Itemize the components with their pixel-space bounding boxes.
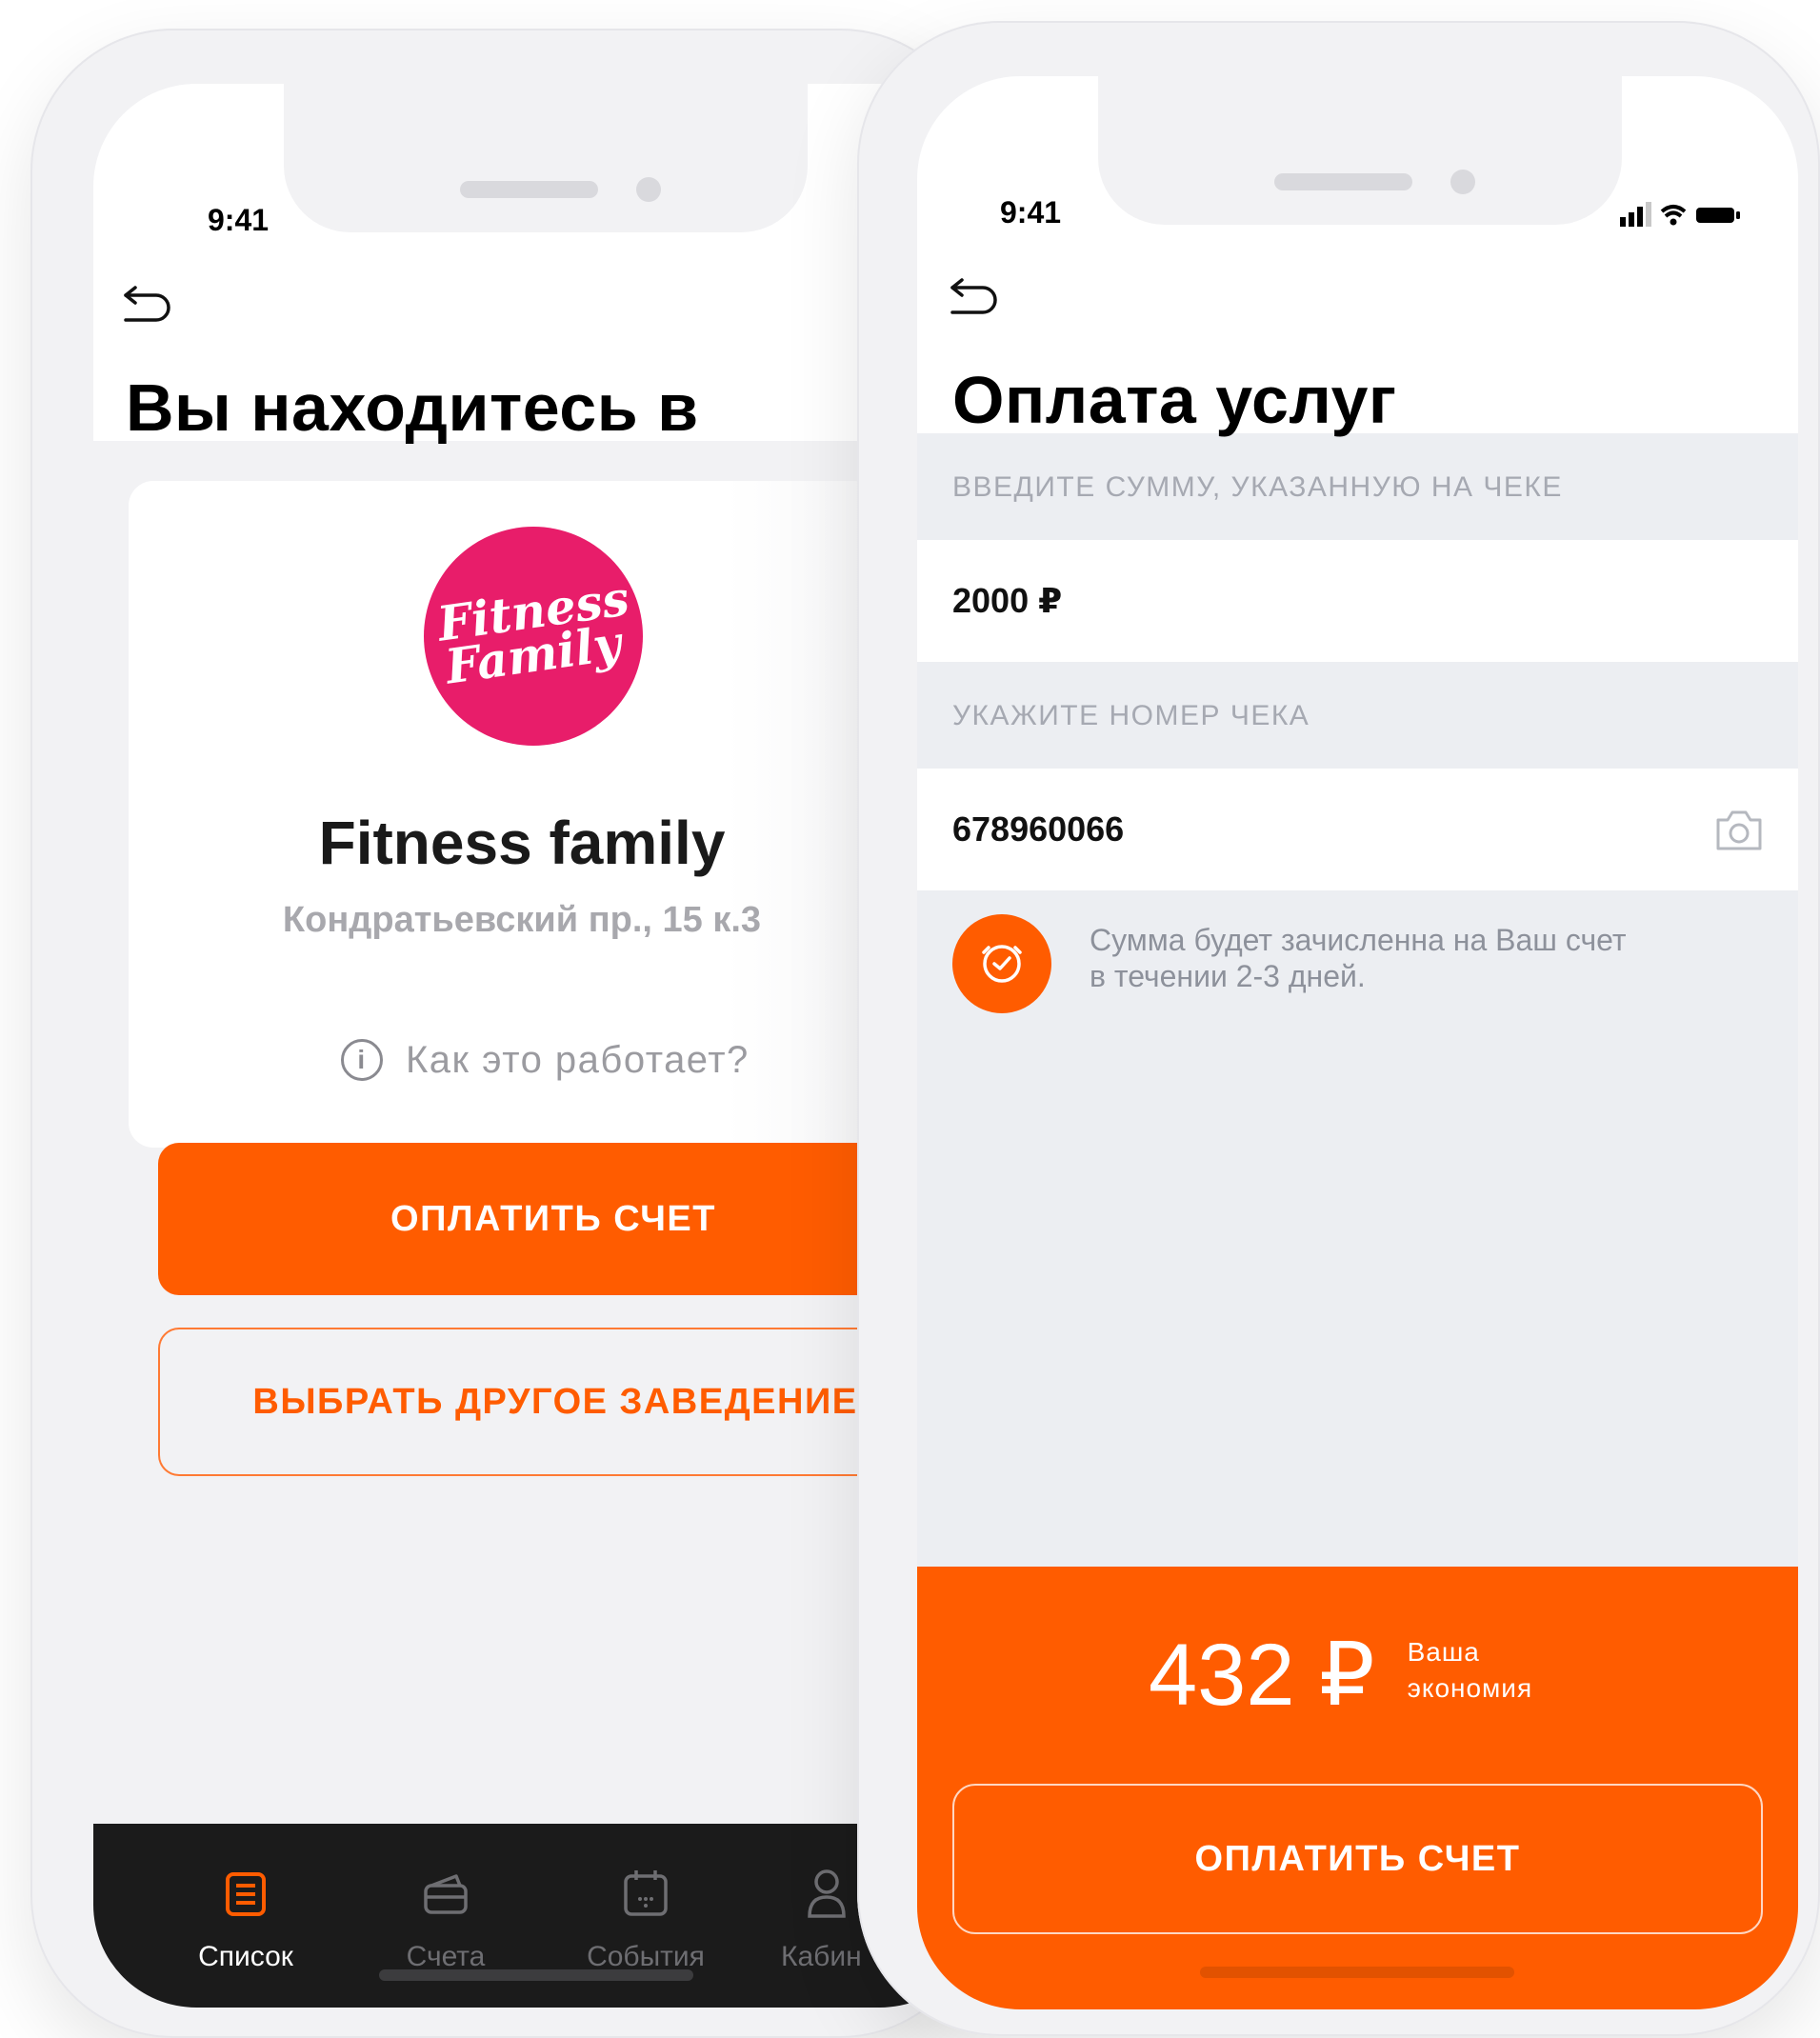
status-time: 9:41 bbox=[208, 203, 270, 237]
savings-label: Ваша экономия bbox=[1408, 1634, 1533, 1707]
credit-notice: Сумма будет зачисленна на Ваш счет в теч… bbox=[952, 914, 1728, 1013]
savings-amount: 432 ₽ bbox=[1149, 1627, 1375, 1724]
tab-list[interactable]: Список bbox=[160, 1824, 331, 2008]
user-icon bbox=[808, 1869, 846, 1918]
page-title: Оплата услуг bbox=[952, 363, 1397, 437]
payment-screen: 9:41 Оплата услуг ВВЕДИТЕ СУММУ, УКАЗАНН… bbox=[917, 76, 1798, 2009]
how-it-works-link[interactable]: i Как это работает? bbox=[341, 1036, 750, 1084]
info-icon: i bbox=[341, 1039, 383, 1081]
front-camera bbox=[1450, 170, 1475, 194]
camera-scan-icon[interactable] bbox=[1714, 807, 1764, 852]
venue-address: Кондратьевский пр., 15 к.3 bbox=[282, 900, 762, 940]
device-notch bbox=[1098, 76, 1622, 225]
notice-text: Сумма будет зачисленна на Ваш счет в теч… bbox=[1090, 922, 1728, 1013]
back-arrow-icon[interactable] bbox=[122, 284, 173, 328]
how-it-works-label: Как это работает? bbox=[406, 1038, 750, 1081]
wifi-icon bbox=[1660, 205, 1687, 226]
checkout-panel: 432 ₽ Ваша экономия ОПЛАТИТЬ СЧЕТ bbox=[917, 1567, 1798, 2009]
list-icon bbox=[226, 1872, 266, 1916]
home-indicator bbox=[379, 1969, 693, 1981]
battery-icon bbox=[1696, 208, 1740, 223]
back-arrow-icon[interactable] bbox=[949, 276, 1000, 320]
wallet-icon bbox=[424, 1874, 468, 1914]
pay-bill-label: ОПЛАТИТЬ СЧЕТ bbox=[390, 1198, 716, 1239]
tab-label: Кабин bbox=[781, 1941, 862, 1972]
tab-label: Счета bbox=[406, 1941, 486, 1972]
savings-label-line-1: Ваша bbox=[1407, 1636, 1480, 1667]
tab-label: События bbox=[587, 1941, 705, 1972]
choose-other-venue-label: ВЫБРАТЬ ДРУГОЕ ЗАВЕДЕНИЕ bbox=[252, 1381, 858, 1422]
amount-label: ВВЕДИТЕ СУММУ, УКАЗАННУЮ НА ЧЕКЕ bbox=[952, 471, 1563, 503]
venue-screen: 9:41 Вы находитесь в Fitness Family Fitn… bbox=[93, 84, 983, 2008]
receipt-number-label: УКАЖИТЕ НОМЕР ЧЕКА bbox=[952, 700, 1310, 731]
notice-line-2: в течении 2-3 дней. bbox=[1090, 959, 1366, 993]
pay-bill-label: ОПЛАТИТЬ СЧЕТ bbox=[1194, 1838, 1521, 1879]
pay-bill-button[interactable]: ОПЛАТИТЬ СЧЕТ bbox=[952, 1784, 1763, 1934]
home-indicator bbox=[1200, 1967, 1514, 1978]
phone-frame-payment: 9:41 Оплата услуг ВВЕДИТЕ СУММУ, УКАЗАНН… bbox=[857, 21, 1820, 2036]
amount-input[interactable]: 2000 ₽ bbox=[917, 540, 1798, 662]
savings-label-line-2: экономия bbox=[1407, 1672, 1533, 1703]
receipt-number-value: 678960066 bbox=[952, 809, 1125, 849]
venue-name: Fitness family bbox=[318, 809, 726, 877]
amount-value: 2000 ₽ bbox=[952, 581, 1063, 620]
speaker-grille bbox=[460, 181, 598, 198]
page-title: Вы находитесь в bbox=[126, 370, 699, 445]
notice-line-1: Сумма будет зачисленна на Ваш счет bbox=[1090, 923, 1627, 957]
bottom-tab-bar: Список Счета События Кабин bbox=[93, 1824, 983, 2008]
receipt-number-input[interactable]: 678960066 bbox=[917, 769, 1798, 890]
speaker-grille bbox=[1274, 173, 1412, 190]
signal-icon bbox=[1620, 202, 1651, 227]
venue-logo: Fitness Family bbox=[424, 527, 643, 746]
status-icons bbox=[1620, 202, 1740, 227]
device-notch bbox=[284, 84, 808, 232]
front-camera bbox=[636, 177, 661, 202]
phone-frame-venue: 9:41 Вы находитесь в Fitness Family Fitn… bbox=[30, 29, 983, 2038]
clock-badge bbox=[952, 914, 1051, 1013]
savings-summary: 432 ₽ Ваша экономия bbox=[1149, 1624, 1532, 1726]
tab-label: Список bbox=[198, 1941, 293, 1972]
status-time: 9:41 bbox=[1000, 195, 1062, 230]
clock-icon bbox=[982, 945, 1022, 983]
calendar-icon bbox=[624, 1870, 668, 1916]
